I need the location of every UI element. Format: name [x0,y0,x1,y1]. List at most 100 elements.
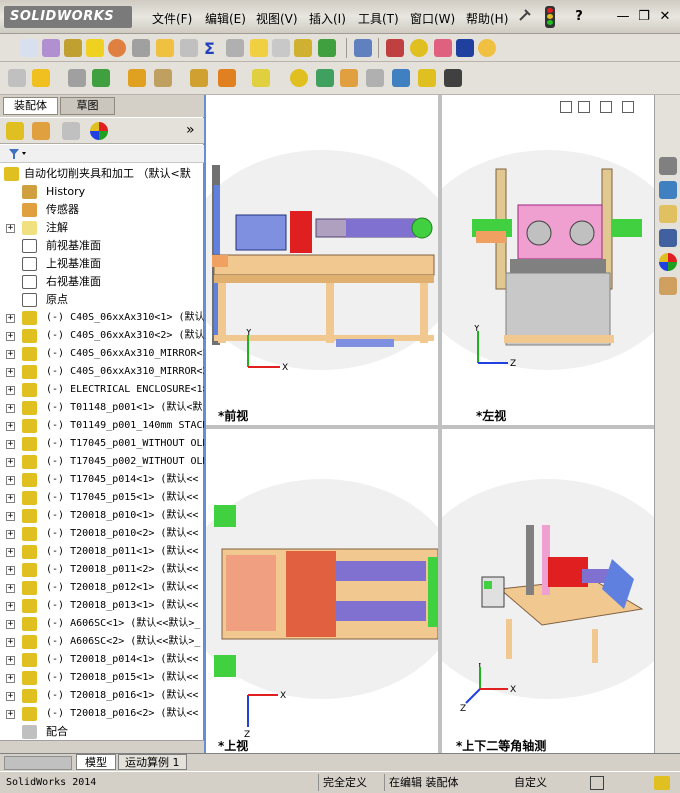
tree-item[interactable]: + (-) T20018_p010<1> (默认<< [0,507,204,525]
tree-item[interactable]: 右视基准面 [0,273,204,291]
expand-icon[interactable]: + [6,494,15,503]
menu-view[interactable]: 视图(V) [256,10,298,27]
property-manager-icon[interactable] [32,122,50,140]
snapshot-icon[interactable] [444,69,462,87]
status-units[interactable]: 自定义 [514,774,547,791]
minimize-button[interactable]: — [612,6,634,28]
tree-item[interactable]: + (-) T01149_p001_140mm STACK [0,417,204,435]
tree-item[interactable]: + (-) T17045_p002_WITHOUT OLD [0,453,204,471]
move-component-icon[interactable] [154,69,172,87]
filter-icon[interactable] [8,148,28,160]
tree-item[interactable]: + (-) T01148_p001<1> (默认<默 [0,399,204,417]
tree-item[interactable]: + (-) T20018_p015<1> (默认<< [0,669,204,687]
expand-icon[interactable]: + [6,368,15,377]
tree-item[interactable]: 原点 [0,291,204,309]
file-explorer-icon[interactable] [659,205,677,223]
tree-item[interactable]: + (-) T20018_p016<2> (默认<< [0,705,204,723]
tree-item[interactable]: 传感器 [0,201,204,219]
expand-icon[interactable]: + [6,512,15,521]
reference-geometry-icon[interactable] [252,69,270,87]
viewport-front[interactable]: YX *前视 [206,95,438,425]
checkbox-icon[interactable] [590,776,604,790]
expand-icon[interactable]: + [6,566,15,575]
tree-item[interactable]: + (-) T20018_p013<1> (默认<< [0,597,204,615]
smart-fastener-icon[interactable] [128,69,146,87]
spelling-icon[interactable] [20,39,38,57]
appearances-icon[interactable] [659,253,677,271]
view-palette-icon[interactable] [659,229,677,247]
insert-component-icon[interactable] [8,69,26,87]
show-hidden-icon[interactable] [190,69,208,87]
menu-insert[interactable]: 插入(I) [309,10,346,27]
expand-icon[interactable]: + [6,620,15,629]
align-icon[interactable] [272,39,290,57]
tree-item[interactable]: + (-) T20018_p010<2> (默认<< [0,525,204,543]
explode-line-icon[interactable] [366,69,384,87]
new-motion-study-icon[interactable] [290,69,308,87]
expand-icon[interactable]: + [6,530,15,539]
tag-icon[interactable] [654,776,670,790]
assembly-features-icon[interactable] [218,69,236,87]
design-library-icon[interactable] [659,181,677,199]
interference-icon[interactable] [156,39,174,57]
expand-icon[interactable]: + [6,386,15,395]
tree-item[interactable]: + (-) A606SC<2> (默认<<默认>_ [0,633,204,651]
expand-icon[interactable]: + [6,476,15,485]
menu-tools[interactable]: 工具(T) [358,10,399,27]
pin-icon[interactable] [516,8,532,24]
viewport-splitter-horizontal[interactable] [206,425,654,429]
sensor-tool-icon[interactable] [226,39,244,57]
tree-item[interactable]: 配合 [0,723,204,741]
restore-button[interactable]: ❐ [633,6,655,28]
weld-icon[interactable] [434,39,452,57]
feature-tree-icon[interactable] [6,122,24,140]
expand-icon[interactable]: + [6,314,15,323]
tree-item[interactable]: + 注解 [0,219,204,237]
tree-item[interactable]: History [0,183,204,201]
viewport-top[interactable]: ZX *上视 [206,429,438,753]
menu-edit[interactable]: 编辑(E) [205,10,246,27]
resources-icon[interactable] [659,157,677,175]
design-check-icon[interactable] [294,39,312,57]
tree-root[interactable]: 自动化切削夹具和加工 （默认<默 [0,165,204,183]
tree-item[interactable]: + (-) A606SC<1> (默认<<默认>_ [0,615,204,633]
tab-motion-study[interactable]: 运动算例 1 [118,754,187,770]
viewport-isometric[interactable]: Y Z X *上下二等角轴测 [442,429,654,753]
tab-nav-arrows[interactable] [4,756,72,770]
tree-item[interactable]: + (-) C40S_06xxAx310_MIRROR<2 [0,363,204,381]
import-diagnostics-icon[interactable] [354,39,372,57]
tree-item[interactable]: + (-) T20018_p014<1> (默认<< [0,651,204,669]
tree-item[interactable]: + (-) T20018_p011<1> (默认<< [0,543,204,561]
close-button[interactable]: ✕ [654,6,676,28]
tree-item[interactable]: + (-) C40S_06xxAx310<1> (默认/ [0,309,204,327]
menu-file[interactable]: 文件(F) [152,10,192,27]
instant3d-icon[interactable] [392,69,410,87]
expand-icon[interactable]: + [6,332,15,341]
expand-icon[interactable]: + [6,584,15,593]
solidworks-logo[interactable]: SOLIDWORKS [4,6,132,28]
linear-pattern-icon[interactable] [92,69,110,87]
tree-item[interactable]: + (-) C40S_06xxAx310_MIRROR<1 [0,345,204,363]
mate-icon[interactable] [32,69,50,87]
expand-icon[interactable]: + [6,692,15,701]
tree-item[interactable]: + (-) T20018_p012<1> (默认<< [0,579,204,597]
expand-icon[interactable]: + [6,638,15,647]
tab-assembly[interactable]: 装配体 [3,97,58,115]
menu-help[interactable]: 帮助(H) [466,10,508,27]
exploded-view-icon[interactable] [340,69,358,87]
gear-icon[interactable] [410,39,428,57]
expand-icon[interactable]: + [6,458,15,467]
sustainability-icon[interactable] [456,39,474,57]
expand-icon[interactable]: + [6,404,15,413]
expand-icon[interactable]: + [6,440,15,449]
stats-icon[interactable] [132,39,150,57]
clearance-icon[interactable] [180,39,198,57]
collapse-icon[interactable]: » [186,122,195,138]
custom-properties-icon[interactable] [659,277,677,295]
mass-properties-icon[interactable] [64,39,82,57]
warning-icon[interactable] [250,39,268,57]
tree-item[interactable]: + (-) T17045_p001_WITHOUT OLD [0,435,204,453]
check-icon[interactable] [108,39,126,57]
section-properties-icon[interactable] [86,39,104,57]
help-icon[interactable]: ? [568,6,590,28]
